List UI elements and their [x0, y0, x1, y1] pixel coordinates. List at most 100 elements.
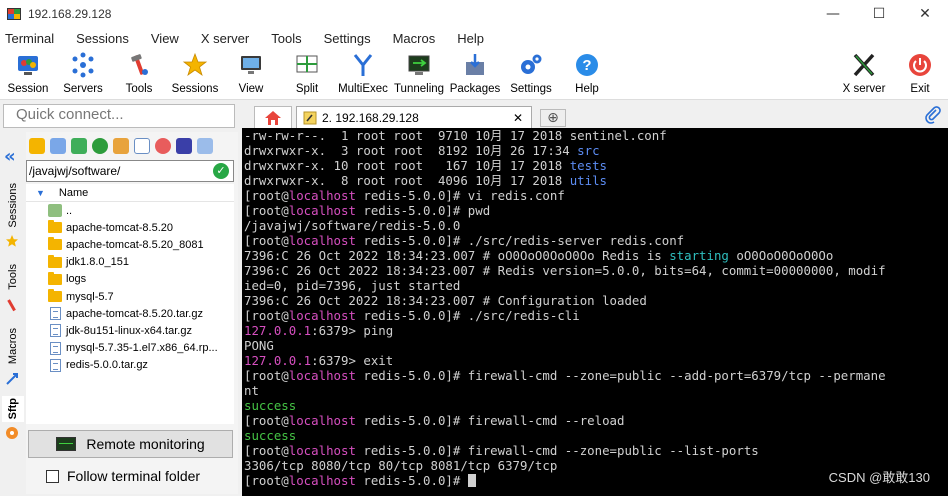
parent-folder-icon[interactable]	[29, 138, 45, 154]
tools-button[interactable]: Tools	[111, 50, 167, 98]
terminal-line: 7396:C 26 Oct 2022 18:34:23.007 # Config…	[242, 293, 948, 308]
terminal-text: 7396:C 26 Oct 2022 18:34:23.007 # Config…	[244, 293, 647, 308]
menu-tools[interactable]: Tools	[265, 31, 307, 46]
menu-terminal[interactable]: Terminal	[0, 31, 60, 46]
csdn-watermark: CSDN @敢敢130	[828, 470, 930, 485]
terminal-line: ied=0, pid=7396, just started	[242, 278, 948, 293]
terminal-text: redis-5.0.0]#	[355, 473, 468, 488]
file-row[interactable]: jdk-8u151-linux-x64.tar.gz	[26, 322, 234, 339]
path-ok-icon[interactable]: ✓	[213, 163, 229, 179]
file-row[interactable]: logs	[26, 271, 234, 288]
terminal-text: [root@	[244, 233, 289, 248]
settings-button[interactable]: Settings	[503, 50, 559, 98]
terminal-line: nt	[242, 383, 948, 398]
terminal-text: src	[577, 143, 600, 158]
maximize-button[interactable]: ☐	[856, 0, 902, 28]
rename-icon[interactable]	[176, 138, 192, 154]
download-icon[interactable]	[50, 138, 66, 154]
file-name: redis-5.0.0.tar.gz	[66, 359, 148, 372]
side-tab-tools[interactable]: Tools	[2, 258, 24, 296]
terminal-text: localhost	[288, 473, 356, 488]
sftp-small-icon	[5, 426, 19, 440]
close-tab-icon[interactable]: ✕	[513, 111, 523, 125]
folder-icon	[48, 220, 62, 234]
folder-icon	[48, 289, 62, 303]
terminal-line: [root@localhost redis-5.0.0]# firewall-c…	[242, 413, 948, 428]
multiexec-button-label: MultiExec	[338, 83, 388, 95]
file-row[interactable]: apache-tomcat-8.5.20	[26, 219, 234, 236]
menu-help[interactable]: Help	[451, 31, 490, 46]
new-tab-button[interactable]: ⊕	[540, 109, 566, 127]
menu-x-server[interactable]: X server	[195, 31, 255, 46]
follow-terminal-label: Follow terminal folder	[67, 468, 201, 484]
terminal-text: success	[244, 428, 297, 443]
session-tab-bar: 2. 192.168.29.128 ✕ ⊕	[242, 104, 948, 128]
follow-terminal-folder-option[interactable]: Follow terminal folder	[46, 468, 200, 484]
multiexec-button[interactable]: MultiExec	[335, 50, 391, 98]
exit-icon	[909, 54, 931, 76]
file-icon	[50, 324, 61, 338]
side-tab-macros[interactable]: Macros	[2, 322, 24, 370]
terminal-line: 7396:C 26 Oct 2022 18:34:23.007 # oO0OoO…	[242, 248, 948, 263]
session-button[interactable]: Session	[0, 50, 56, 98]
terminal-line: success	[242, 398, 948, 413]
upload-icon[interactable]	[71, 138, 87, 154]
home-tab[interactable]	[254, 106, 292, 128]
menu-sessions[interactable]: Sessions	[70, 31, 135, 46]
side-tab-sftp[interactable]: Sftp	[2, 396, 24, 422]
side-tab-sessions[interactable]: Sessions	[2, 178, 24, 232]
sftp-path-text: /javajwj/software/	[29, 164, 121, 178]
terminal-line: PONG	[242, 338, 948, 353]
packages-icon	[466, 54, 484, 75]
remote-monitoring-button[interactable]: Remote monitoring	[28, 430, 233, 458]
terminal-line: drwxrwxr-x. 8 root root 4096 10月 17 2018…	[242, 173, 948, 188]
monitor-icon	[56, 437, 77, 451]
quick-connect-input[interactable]: Quick connect...	[3, 104, 235, 128]
menu-view[interactable]: View	[145, 31, 185, 46]
terminal-text: 127.0.0.1	[244, 323, 312, 338]
session-tab[interactable]: 2. 192.168.29.128 ✕	[296, 106, 532, 128]
column-name-header: Name	[58, 186, 89, 199]
new-file-icon[interactable]	[134, 138, 150, 154]
sessions-button[interactable]: Sessions	[167, 50, 223, 98]
menu-settings[interactable]: Settings	[318, 31, 377, 46]
servers-button[interactable]: Servers	[55, 50, 111, 98]
file-list-header[interactable]: ▼ Name	[26, 184, 234, 202]
file-row[interactable]: jdk1.8.0_151	[26, 254, 234, 271]
terminal-text: PONG	[244, 338, 274, 353]
attachment-icon[interactable]	[924, 106, 942, 124]
delete-icon[interactable]	[155, 138, 171, 154]
terminal-text: localhost	[288, 188, 356, 203]
file-row[interactable]: mysql-5.7	[26, 288, 234, 305]
folder-icon	[48, 271, 62, 285]
file-row[interactable]: mysql-5.7.35-1.el7.x86_64.rp...	[26, 340, 234, 357]
file-row[interactable]: apache-tomcat-8.5.20_8081	[26, 236, 234, 253]
terminal-text: localhost	[288, 308, 356, 323]
properties-icon[interactable]	[197, 138, 213, 154]
sftp-path-input[interactable]: /javajwj/software/ ✓	[26, 160, 234, 182]
tunneling-button[interactable]: Tunneling	[391, 50, 447, 98]
new-folder-icon[interactable]	[113, 138, 129, 154]
servers-button-label: Servers	[63, 83, 103, 95]
view-button[interactable]: View	[223, 50, 279, 98]
file-row[interactable]: redis-5.0.0.tar.gz	[26, 357, 234, 374]
exit-button[interactable]: Exit	[892, 50, 948, 98]
x-server-button[interactable]: X server	[836, 50, 892, 98]
menu-macros[interactable]: Macros	[387, 31, 442, 46]
terminal-line: [root@localhost redis-5.0.0]# firewall-c…	[242, 443, 948, 458]
file-name: apache-tomcat-8.5.20_8081	[66, 238, 204, 251]
split-button[interactable]: Split	[279, 50, 335, 98]
close-window-button[interactable]: ✕	[902, 0, 948, 28]
help-button[interactable]: ? Help	[559, 50, 615, 98]
refresh-icon[interactable]	[92, 138, 108, 154]
terminal-view[interactable]: -rw-rw-r--. 1 root root 9710 10月 17 2018…	[242, 128, 948, 496]
file-row[interactable]: apache-tomcat-8.5.20.tar.gz	[26, 305, 234, 322]
tunneling-button-label: Tunneling	[393, 83, 445, 95]
minimize-button[interactable]: —	[810, 0, 856, 28]
follow-terminal-checkbox[interactable]	[46, 469, 59, 483]
file-row[interactable]: ..	[26, 202, 234, 219]
packages-button[interactable]: Packages	[447, 50, 503, 98]
terminal-text: [root@	[244, 413, 289, 428]
terminal-text: 127.0.0.1	[244, 353, 312, 368]
collapse-sidebar-icon[interactable]: «	[4, 146, 16, 167]
